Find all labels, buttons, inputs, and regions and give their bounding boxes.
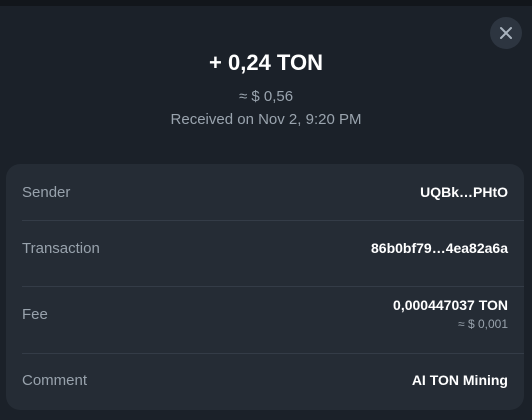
close-button[interactable] [490, 17, 522, 49]
divider [22, 220, 524, 221]
fee-row: Fee 0,000447037 TON ≈ $ 0,001 [22, 292, 508, 336]
transaction-hash[interactable]: 86b0bf79…4ea82a6a [371, 240, 508, 256]
fee-values: 0,000447037 TON ≈ $ 0,001 [393, 297, 508, 331]
sender-label: Sender [22, 183, 71, 201]
transaction-amount: + 0,24 TON [209, 50, 323, 75]
comment-label: Comment [22, 371, 88, 389]
fiat-amount: ≈ $ 0,56 [238, 88, 294, 105]
sender-row[interactable]: Sender UQBk…PHtO [22, 181, 508, 203]
comment-text: AI TON Mining [411, 372, 508, 388]
divider [22, 286, 524, 287]
transaction-label: Transaction [22, 239, 100, 257]
received-date: Received on Nov 2, 9:20 PM [170, 111, 362, 128]
fee-label: Fee [22, 305, 48, 323]
comment-row: Comment AI TON Mining [22, 369, 508, 391]
fee-fiat-amount: ≈ $ 0,001 [458, 317, 508, 331]
divider [22, 353, 524, 354]
close-icon [500, 27, 512, 39]
fee-amount: 0,000447037 TON [393, 297, 508, 313]
background-tab-strip [0, 0, 532, 6]
details-card: Sender UQBk…PHtO Transaction 86b0bf79…4e… [6, 164, 524, 410]
transaction-details-modal: + 0,24 TON ≈ $ 0,56 Received on Nov 2, 9… [0, 0, 532, 420]
transaction-row[interactable]: Transaction 86b0bf79…4ea82a6a [22, 237, 508, 259]
sender-address[interactable]: UQBk…PHtO [420, 184, 508, 200]
